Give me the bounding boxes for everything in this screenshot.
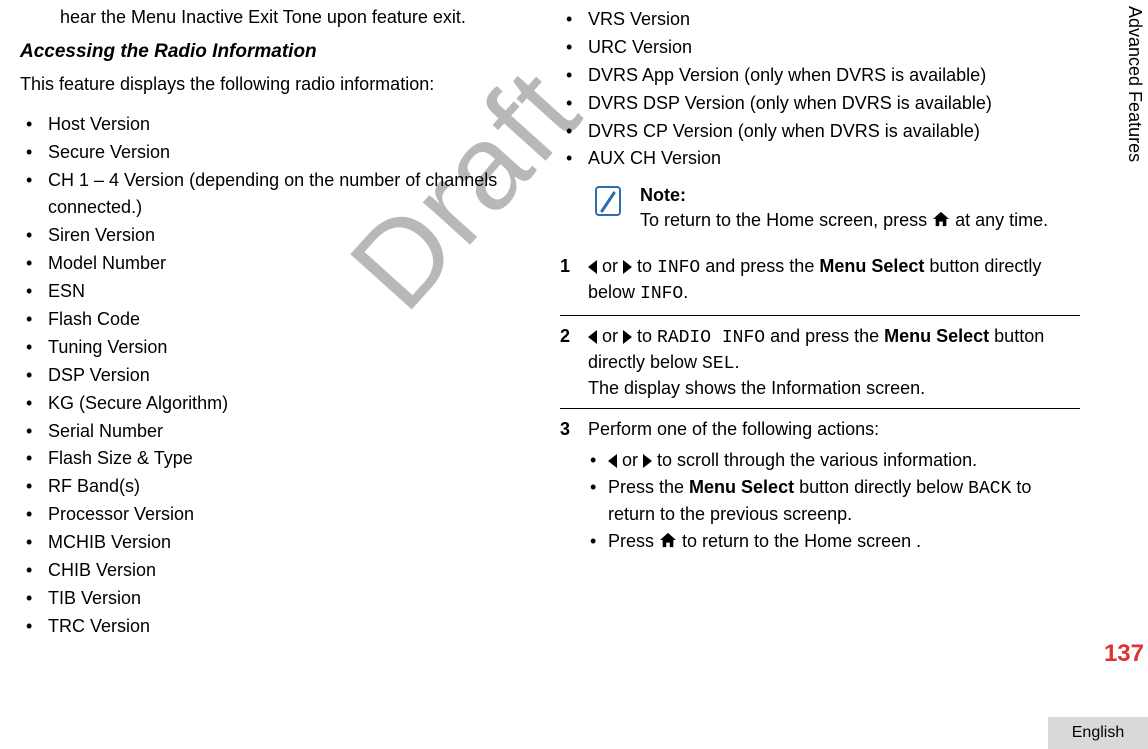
code-radio-info: RADIO INFO — [657, 328, 765, 348]
list-item: CHIB Version — [20, 557, 530, 585]
mid-text: and press the — [765, 326, 884, 346]
code-sel: SEL — [702, 354, 734, 374]
list-item: Tuning Version — [20, 334, 530, 362]
list-item: DVRS DSP Version (only when DVRS is avai… — [560, 90, 1080, 118]
list-item: Flash Size & Type — [20, 445, 530, 473]
code-info: INFO — [657, 258, 700, 278]
step3-lead: Perform one of the following actions: — [588, 417, 1080, 441]
period: . — [683, 282, 688, 302]
language-label: English — [1072, 724, 1124, 742]
list-item: Secure Version — [20, 139, 530, 167]
mid-text: button directly below — [794, 477, 968, 497]
list-item: TIB Version — [20, 585, 530, 613]
arrow-right-icon — [623, 330, 632, 344]
list-item: DVRS App Version (only when DVRS is avai… — [560, 62, 1080, 90]
list-item: CH 1 – 4 Version (depending on the numbe… — [20, 167, 530, 223]
mid-text: and press the — [700, 256, 819, 276]
menu-select-label: Menu Select — [819, 256, 924, 276]
section-heading: Accessing the Radio Information — [20, 41, 530, 63]
pre-text: Press — [608, 531, 659, 551]
step-2: 2 or to RADIO INFO and press the Menu Se… — [560, 316, 1080, 410]
list-item: Model Number — [20, 250, 530, 278]
code-back: BACK — [968, 479, 1011, 499]
note-after: at any time. — [950, 210, 1048, 230]
list-item: RF Band(s) — [20, 473, 530, 501]
tail-text: to return to the Home screen . — [677, 531, 921, 551]
step-body: Perform one of the following actions: or… — [588, 417, 1080, 556]
to-text: to — [632, 326, 657, 346]
step3-bullets: or to scroll through the various informa… — [588, 448, 1080, 555]
side-tab-label: Advanced Features — [1120, 0, 1145, 162]
list-item: DSP Version — [20, 362, 530, 390]
pre-text: Press the — [608, 477, 689, 497]
step-body: or to RADIO INFO and press the Menu Sele… — [588, 324, 1080, 401]
radio-info-list-right: VRS Version URC Version DVRS App Version… — [560, 6, 1080, 173]
step-number: 1 — [560, 254, 576, 307]
page-content: hear the Menu Inactive Exit Tone upon fe… — [0, 0, 1148, 641]
or-text: or — [617, 450, 643, 470]
menu-select-label: Menu Select — [884, 326, 989, 346]
note-icon — [590, 183, 626, 224]
list-item: DVRS CP Version (only when DVRS is avail… — [560, 118, 1080, 146]
continuation-text: hear the Menu Inactive Exit Tone upon fe… — [60, 6, 530, 29]
side-tab: Advanced Features — [1120, 0, 1148, 205]
list-item: Host Version — [20, 111, 530, 139]
step-number: 2 — [560, 324, 576, 401]
list-item: Processor Version — [20, 501, 530, 529]
note-before: To return to the Home screen, press — [640, 210, 932, 230]
to-text: to — [632, 256, 657, 276]
step-1: 1 or to INFO and press the Menu Select b… — [560, 246, 1080, 316]
list-item: TRC Version — [20, 613, 530, 641]
note-label: Note: — [640, 183, 1048, 207]
right-column: VRS Version URC Version DVRS App Version… — [560, 6, 1080, 641]
or-text: or — [597, 326, 623, 346]
arrow-right-icon — [623, 260, 632, 274]
sub-bullet: Press to return to the Home screen . — [588, 529, 1080, 554]
arrow-left-icon — [588, 260, 597, 274]
tail-text: to scroll through the various informatio… — [652, 450, 977, 470]
step-3: 3 Perform one of the following actions: … — [560, 409, 1080, 564]
list-item: Flash Code — [20, 306, 530, 334]
note-box: Note: To return to the Home screen, pres… — [590, 183, 1080, 232]
list-item: Serial Number — [20, 418, 530, 446]
radio-info-list-left: Host Version Secure Version CH 1 – 4 Ver… — [20, 111, 530, 641]
step2-line2: The display shows the Information screen… — [588, 376, 1080, 400]
list-item: ESN — [20, 278, 530, 306]
list-item: Siren Version — [20, 222, 530, 250]
home-icon — [932, 209, 950, 225]
arrow-right-icon — [643, 454, 652, 468]
list-item: AUX CH Version — [560, 145, 1080, 173]
list-item: VRS Version — [560, 6, 1080, 34]
arrow-left-icon — [588, 330, 597, 344]
arrow-left-icon — [608, 454, 617, 468]
period: . — [734, 352, 739, 372]
page-number: 137 — [1104, 640, 1144, 668]
step-number: 3 — [560, 417, 576, 556]
home-icon — [659, 530, 677, 546]
step-body: or to INFO and press the Menu Select but… — [588, 254, 1080, 307]
language-box: English — [1048, 717, 1148, 749]
note-text: Note: To return to the Home screen, pres… — [640, 183, 1048, 232]
list-item: URC Version — [560, 34, 1080, 62]
or-text: or — [597, 256, 623, 276]
sub-bullet: or to scroll through the various informa… — [588, 448, 1080, 473]
list-item: MCHIB Version — [20, 529, 530, 557]
intro-text: This feature displays the following radi… — [20, 73, 530, 96]
left-column: hear the Menu Inactive Exit Tone upon fe… — [20, 6, 530, 641]
code-info2: INFO — [640, 284, 683, 304]
menu-select-label: Menu Select — [689, 477, 794, 497]
sub-bullet: Press the Menu Select button directly be… — [588, 475, 1080, 527]
list-item: KG (Secure Algorithm) — [20, 390, 530, 418]
